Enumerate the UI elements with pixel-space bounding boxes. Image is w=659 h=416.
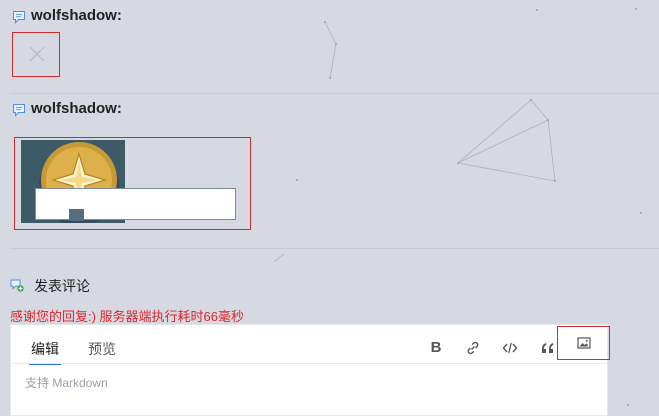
comment-item: wolfshadow: [10, 99, 659, 121]
comment-divider [10, 248, 659, 249]
post-comment-title: 发表评论 [34, 278, 90, 294]
comment-image[interactable] [14, 137, 251, 230]
tab-preview[interactable]: 预览 [88, 339, 116, 359]
comment-header: wolfshadow: [10, 99, 659, 121]
image-button[interactable] [574, 333, 594, 353]
comment-add-icon [10, 279, 24, 292]
code-icon [502, 342, 518, 354]
speech-bubble-icon [13, 11, 25, 24]
comment-editor: 编辑 预览 B 支持 Markdown [10, 324, 610, 416]
bold-button[interactable]: B [426, 338, 446, 358]
comment-header: wolfshadow: [10, 6, 659, 28]
tab-divider [11, 363, 607, 364]
reply-notice: 感谢您的回复:) 服务器端执行耗时66毫秒 [10, 309, 245, 324]
image-button-highlight [557, 326, 610, 360]
link-button[interactable] [463, 338, 483, 358]
quote-button[interactable] [538, 338, 558, 358]
link-icon [467, 341, 479, 355]
speech-bubble-icon [13, 104, 25, 117]
comment-item: wolfshadow: [10, 6, 659, 28]
broken-image-icon [29, 46, 45, 62]
image-caption-strip [35, 188, 236, 221]
comment-username[interactable]: wolfshadow: [31, 100, 122, 117]
image-icon [577, 337, 591, 349]
tab-edit[interactable]: 编辑 [29, 339, 61, 365]
strip-block [69, 209, 84, 221]
editor-placeholder[interactable]: 支持 Markdown [25, 374, 108, 391]
comment-username[interactable]: wolfshadow: [31, 7, 122, 24]
comment-divider [10, 93, 659, 94]
quote-icon [542, 343, 554, 353]
broken-image[interactable] [12, 32, 60, 77]
code-button[interactable] [500, 338, 520, 358]
